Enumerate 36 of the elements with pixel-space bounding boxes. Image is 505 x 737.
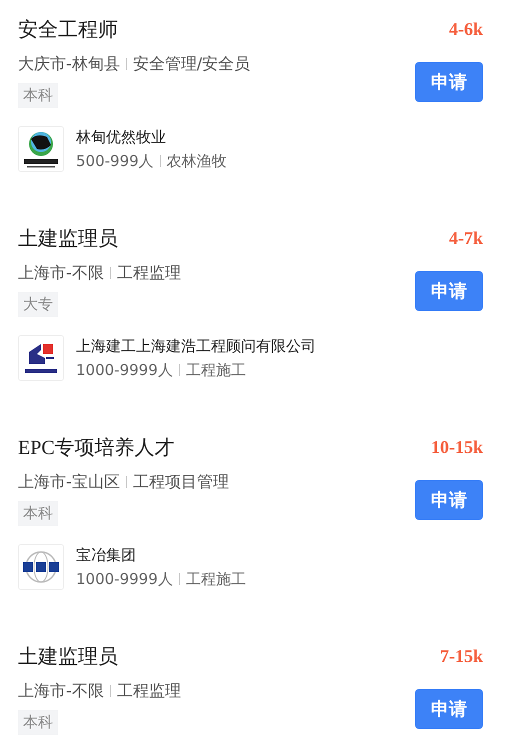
salary: 7-15k (440, 646, 483, 666)
company-industry: 工程施工 (186, 570, 246, 588)
job-location: 上海市-宝山区 (18, 472, 120, 492)
job-title: EPC专项培养人才 (18, 436, 175, 460)
company-size: 1000-9999人 (76, 360, 173, 380)
apply-button[interactable]: 申请 (415, 480, 483, 520)
job-category: 安全管理/安全员 (132, 54, 250, 74)
company-industry: 农林渔牧 (166, 152, 227, 170)
company-size: 500-999人 (76, 152, 154, 170)
salary: 10-15k (430, 436, 483, 458)
job-title: 土建监理员 (18, 644, 118, 670)
company-size: 1000-9999人 (76, 570, 173, 588)
education-tag: 大专 (18, 292, 58, 317)
apply-button[interactable]: 申请 (415, 689, 483, 729)
apply-button[interactable]: 申请 (415, 62, 483, 102)
company-industry: 工程施工 (186, 360, 246, 380)
education-tag: 本科 (18, 83, 58, 108)
company-name: 宝冶集团 (76, 546, 137, 564)
job-location: 上海市-不限 (18, 262, 104, 284)
job-category: 工程监理 (116, 680, 181, 702)
job-location: 上海市-不限 (18, 680, 104, 702)
salary: 4-7k (448, 228, 483, 248)
job-category: 工程监理 (116, 262, 181, 284)
job-title: 土建监理员 (18, 226, 118, 252)
job-title: 安全工程师 (18, 18, 118, 42)
job-category: 工程项目管理 (132, 472, 229, 492)
education-tag: 本科 (18, 710, 58, 735)
job-location: 大庆市-林甸县 (18, 54, 120, 74)
company-name: 上海建工上海建浩工程顾问有限公司 (76, 336, 316, 356)
salary: 4-6k (448, 18, 483, 40)
company-logo (18, 335, 64, 381)
company-name: 林甸优然牧业 (76, 128, 167, 146)
education-tag: 本科 (18, 501, 58, 526)
company-logo (18, 544, 64, 590)
company-logo (18, 126, 64, 172)
apply-button[interactable]: 申请 (415, 271, 483, 311)
